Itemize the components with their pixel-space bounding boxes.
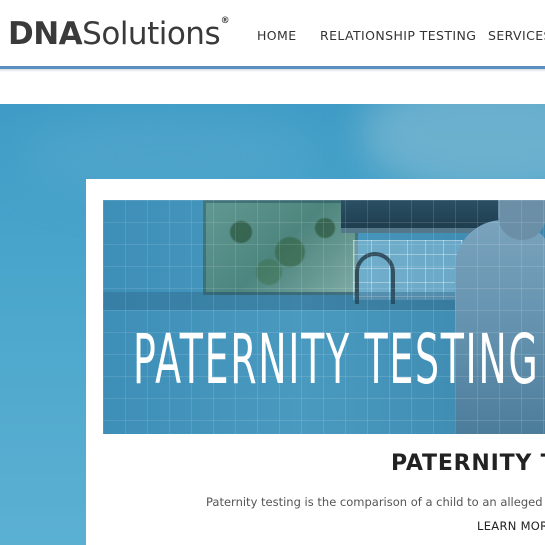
card-heading: PATERNITY T	[391, 451, 545, 476]
banner-title: PATERNITY TESTING	[133, 320, 540, 400]
registered-mark: ®	[220, 16, 230, 26]
page: DNASolutions ® HOME RELATIONSHIP TESTING…	[0, 0, 545, 545]
nav-item-relationship-testing[interactable]: RELATIONSHIP TESTING	[320, 28, 476, 43]
card-description: Paternity testing is the comparison of a…	[206, 495, 545, 509]
nav-item-home[interactable]: HOME	[257, 28, 297, 43]
learn-more-link[interactable]: LEARN MORE	[477, 518, 545, 534]
header-shadow	[0, 69, 545, 72]
logo-text-bold: DNA	[8, 16, 83, 52]
nav-item-services[interactable]: SERVICES	[488, 28, 545, 43]
paternity-testing-banner-image[interactable]: PATERNITY TESTING	[103, 200, 545, 434]
site-header: DNASolutions ® HOME RELATIONSHIP TESTING…	[0, 0, 545, 72]
dna-solutions-logo[interactable]: DNASolutions ®	[8, 14, 230, 54]
logo-text-light: Solutions	[82, 16, 221, 52]
